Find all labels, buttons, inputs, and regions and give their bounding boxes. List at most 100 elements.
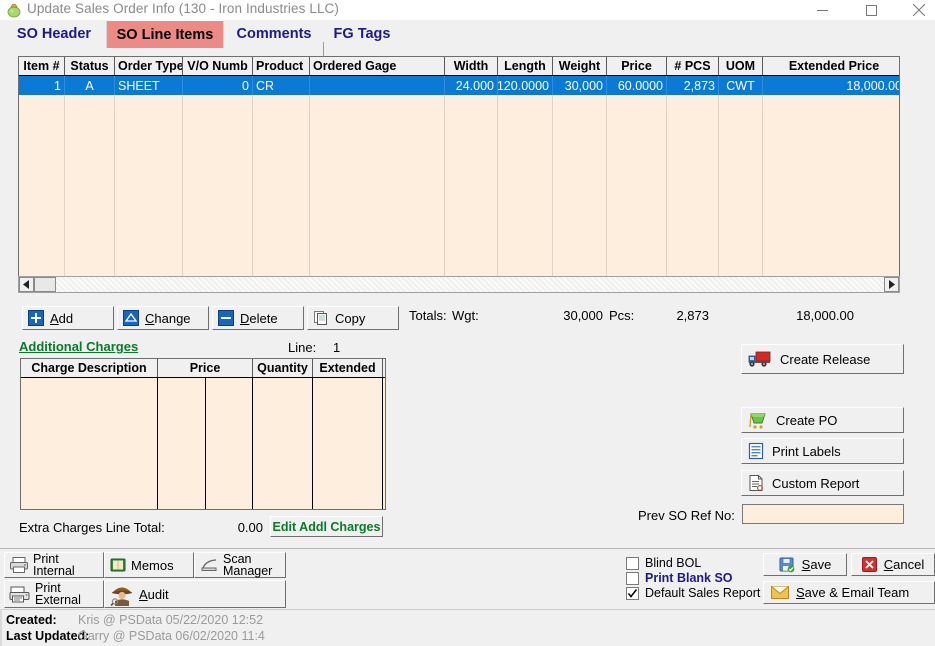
checkbox-default-sales-report[interactable]: Default Sales Report — [626, 586, 760, 600]
add-button-label: Add — [50, 310, 74, 326]
scan-manager-button[interactable]: Scan Manager — [194, 552, 286, 578]
grid-column-header[interactable]: Price — [607, 57, 667, 75]
grid-column-header[interactable]: Status — [65, 57, 115, 75]
save-and-email-team-button[interactable]: Save & Email Team — [763, 581, 935, 604]
table-cell[interactable]: CWT — [719, 76, 763, 95]
memos-button[interactable]: Memos — [104, 552, 194, 578]
create-po-button[interactable]: Create PO — [741, 407, 904, 433]
grid-empty-cell — [553, 95, 607, 287]
envelope-icon — [771, 586, 789, 599]
grid-column-header[interactable]: Length — [498, 57, 553, 75]
grid-column-header[interactable]: Item # — [19, 57, 65, 75]
minimize-button[interactable] — [800, 0, 845, 20]
close-button[interactable] — [896, 0, 935, 20]
addl-charges-column-header[interactable]: Charge Description — [21, 359, 158, 377]
grid-column-header[interactable]: UOM — [719, 57, 763, 75]
scroll-left-icon[interactable] — [19, 277, 34, 292]
shopping-cart-icon — [748, 410, 768, 430]
table-row[interactable]: 1 A SHEET 0 CR 24.000 120.0000 30,000 60.0000 2,8… — [19, 76, 899, 95]
custom-report-button[interactable]: Custom Report — [741, 470, 904, 496]
table-cell[interactable]: 0 — [183, 76, 253, 95]
tab-so-line-items[interactable]: SO Line Items — [106, 20, 224, 48]
edit-addl-charges-button[interactable]: Edit Addl Charges — [270, 516, 383, 537]
grid-column-header[interactable]: Extended Price — [763, 57, 899, 75]
prev-so-ref-label: Prev SO Ref No: — [638, 508, 735, 523]
audit-button[interactable]: Audit — [104, 580, 286, 608]
addl-charges-empty-cell[interactable] — [253, 378, 313, 509]
tab-so-header[interactable]: SO Header — [8, 20, 100, 48]
print-external-line2: External — [35, 593, 81, 607]
tab-fg-tags[interactable]: FG Tags — [326, 20, 398, 48]
totals-pieces-value: 2,873 — [676, 308, 709, 323]
memos-label: Memos — [131, 557, 174, 573]
delete-button-label: Delete — [240, 310, 278, 326]
grid-empty-cell — [253, 95, 310, 287]
checkbox-blind-bol-label: Blind BOL — [645, 556, 702, 570]
checkbox-print-blank-so[interactable]: Print Blank SO — [626, 571, 733, 585]
addl-charges-column-header[interactable]: Quantity — [253, 359, 313, 377]
grid-column-header[interactable]: V/O Numb — [183, 57, 253, 75]
plus-icon — [28, 310, 44, 326]
book-icon — [109, 557, 127, 573]
printer-external-icon — [9, 584, 31, 604]
checkbox-blind-bol-box[interactable] — [626, 556, 639, 570]
grid-column-header[interactable]: Product — [253, 57, 310, 75]
scrollbar-track[interactable] — [56, 277, 884, 292]
grid-column-header[interactable]: Width — [445, 57, 498, 75]
addl-charges-empty-cell[interactable] — [21, 378, 158, 509]
checkbox-default-sales-report-box[interactable] — [626, 586, 639, 600]
line-value: 1 — [333, 340, 341, 355]
print-labels-button[interactable]: Print Labels — [741, 438, 904, 464]
additional-charges-grid[interactable]: Charge Description Price Quantity Extended — [20, 358, 386, 510]
add-button[interactable]: Add — [22, 306, 114, 330]
tab-comments[interactable]: Comments — [228, 20, 320, 48]
checkbox-print-blank-so-box[interactable] — [626, 571, 639, 585]
bottom-divider — [0, 548, 935, 549]
scroll-right-icon[interactable] — [884, 277, 899, 292]
table-cell[interactable]: 30,000 — [553, 76, 607, 95]
cancel-button-label: Cancel — [883, 557, 925, 572]
audit-label: Audit — [139, 586, 169, 602]
delete-button[interactable]: Delete — [212, 306, 304, 330]
status-bar: Created: Kris @ PSData 05/22/2020 12:52 … — [0, 609, 935, 646]
table-cell[interactable]: 1 — [19, 76, 65, 95]
grid-column-header[interactable]: Order Type — [115, 57, 183, 75]
additional-charges-body[interactable] — [21, 378, 385, 509]
addl-charges-empty-cell[interactable] — [158, 378, 206, 509]
scrollbar-thumb[interactable] — [34, 277, 56, 292]
maximize-button[interactable] — [849, 0, 894, 20]
addl-charges-empty-cell[interactable] — [206, 378, 253, 509]
money-bag-icon — [6, 2, 22, 18]
copy-button[interactable]: Copy — [307, 306, 399, 330]
grid-body[interactable]: 1 A SHEET 0 CR 24.000 120.0000 30,000 60.0000 2,8… — [19, 76, 899, 287]
grid-empty-cell — [445, 95, 498, 287]
change-button[interactable]: Change — [117, 306, 209, 330]
change-button-label: Change — [145, 310, 191, 326]
grid-horizontal-scrollbar[interactable] — [18, 276, 900, 293]
grid-empty-cell — [183, 95, 253, 287]
table-cell[interactable]: 60.0000 — [607, 76, 667, 95]
addl-charges-empty-cell[interactable] — [313, 378, 383, 509]
save-button[interactable]: Save — [763, 553, 847, 576]
grid-column-header[interactable]: Ordered Gage — [310, 57, 445, 75]
grid-column-header[interactable]: Weight — [553, 57, 607, 75]
addl-charges-column-header[interactable]: Price — [158, 359, 253, 377]
grid-column-header[interactable]: # PCS — [667, 57, 719, 75]
print-external-button[interactable]: Print External — [4, 580, 104, 608]
table-cell[interactable] — [310, 76, 445, 95]
prev-so-ref-input[interactable] — [742, 504, 904, 524]
table-cell[interactable]: 120.0000 — [498, 76, 553, 95]
table-cell[interactable]: 18,000.00 — [763, 76, 899, 95]
table-cell[interactable]: 2,873 — [667, 76, 719, 95]
table-cell[interactable]: CR — [253, 76, 310, 95]
addl-charges-column-header[interactable]: Extended — [313, 359, 383, 377]
table-cell[interactable]: 24.000 — [445, 76, 498, 95]
checkbox-blind-bol[interactable]: Blind BOL — [626, 556, 701, 570]
table-cell[interactable]: A — [65, 76, 115, 95]
create-release-button[interactable]: Create Release — [741, 344, 904, 374]
line-items-grid[interactable]: Item # Status Order Type V/O Numb Product Ord… — [18, 56, 900, 288]
table-cell[interactable]: SHEET — [115, 76, 183, 95]
cancel-button[interactable]: Cancel — [851, 553, 935, 576]
red-x-icon — [861, 557, 877, 572]
print-internal-button[interactable]: Print Internal — [4, 552, 104, 578]
